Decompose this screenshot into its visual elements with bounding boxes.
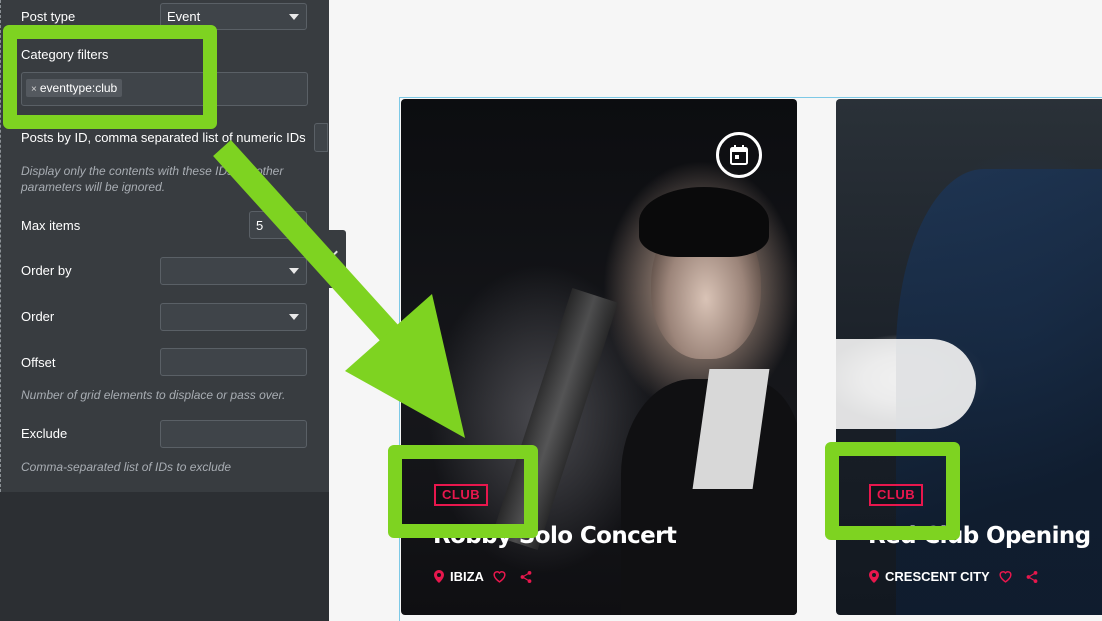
posts-by-id-help: Display only the contents with these IDs…	[21, 164, 284, 194]
heart-icon[interactable]	[492, 570, 507, 583]
offset-input[interactable]	[160, 348, 307, 376]
event-location: CRESCENT CITY	[885, 569, 990, 584]
post-type-label: Post type	[21, 9, 76, 24]
highlight-badge-card1	[388, 445, 538, 538]
event-meta: IBIZA	[434, 569, 533, 584]
collapse-panel-button[interactable]	[329, 230, 346, 288]
preview-outline-top	[399, 97, 1102, 98]
card-image-hair	[639, 187, 769, 257]
card-image-drum	[836, 339, 976, 429]
preview-outline-left	[399, 97, 400, 621]
chevron-left-icon	[331, 250, 342, 261]
share-icon[interactable]	[519, 570, 533, 584]
highlight-badge-card2	[825, 442, 960, 540]
exclude-help: Comma-separated list of IDs to exclude	[21, 460, 232, 474]
pin-icon	[434, 570, 444, 583]
order-select[interactable]	[160, 303, 307, 331]
order-by-select[interactable]	[160, 257, 307, 285]
max-items-label: Max items	[21, 218, 81, 233]
chevron-down-icon	[289, 14, 299, 20]
exclude-label: Exclude	[21, 426, 68, 441]
highlight-category-filters	[3, 25, 217, 129]
exclude-input[interactable]	[160, 420, 307, 448]
pin-icon	[869, 570, 879, 583]
event-location: IBIZA	[450, 569, 484, 584]
offset-label: Offset	[21, 355, 56, 370]
offset-help: Number of grid elements to displace or p…	[21, 388, 286, 402]
chevron-down-icon	[289, 268, 299, 274]
post-type-value: Event	[167, 9, 201, 24]
heart-icon[interactable]	[998, 570, 1013, 583]
share-icon[interactable]	[1025, 570, 1039, 584]
order-label: Order	[21, 309, 55, 324]
calendar-icon[interactable]	[716, 132, 762, 178]
event-meta: CRESCENT CITY	[869, 569, 1039, 584]
order-by-label: Order by	[21, 263, 72, 278]
max-items-value: 5	[256, 218, 264, 233]
chevron-down-icon	[289, 314, 299, 320]
posts-by-id-label: Posts by ID, comma separated list of num…	[21, 130, 306, 145]
max-items-input[interactable]: 5	[249, 211, 307, 239]
posts-by-id-input[interactable]	[314, 123, 328, 152]
